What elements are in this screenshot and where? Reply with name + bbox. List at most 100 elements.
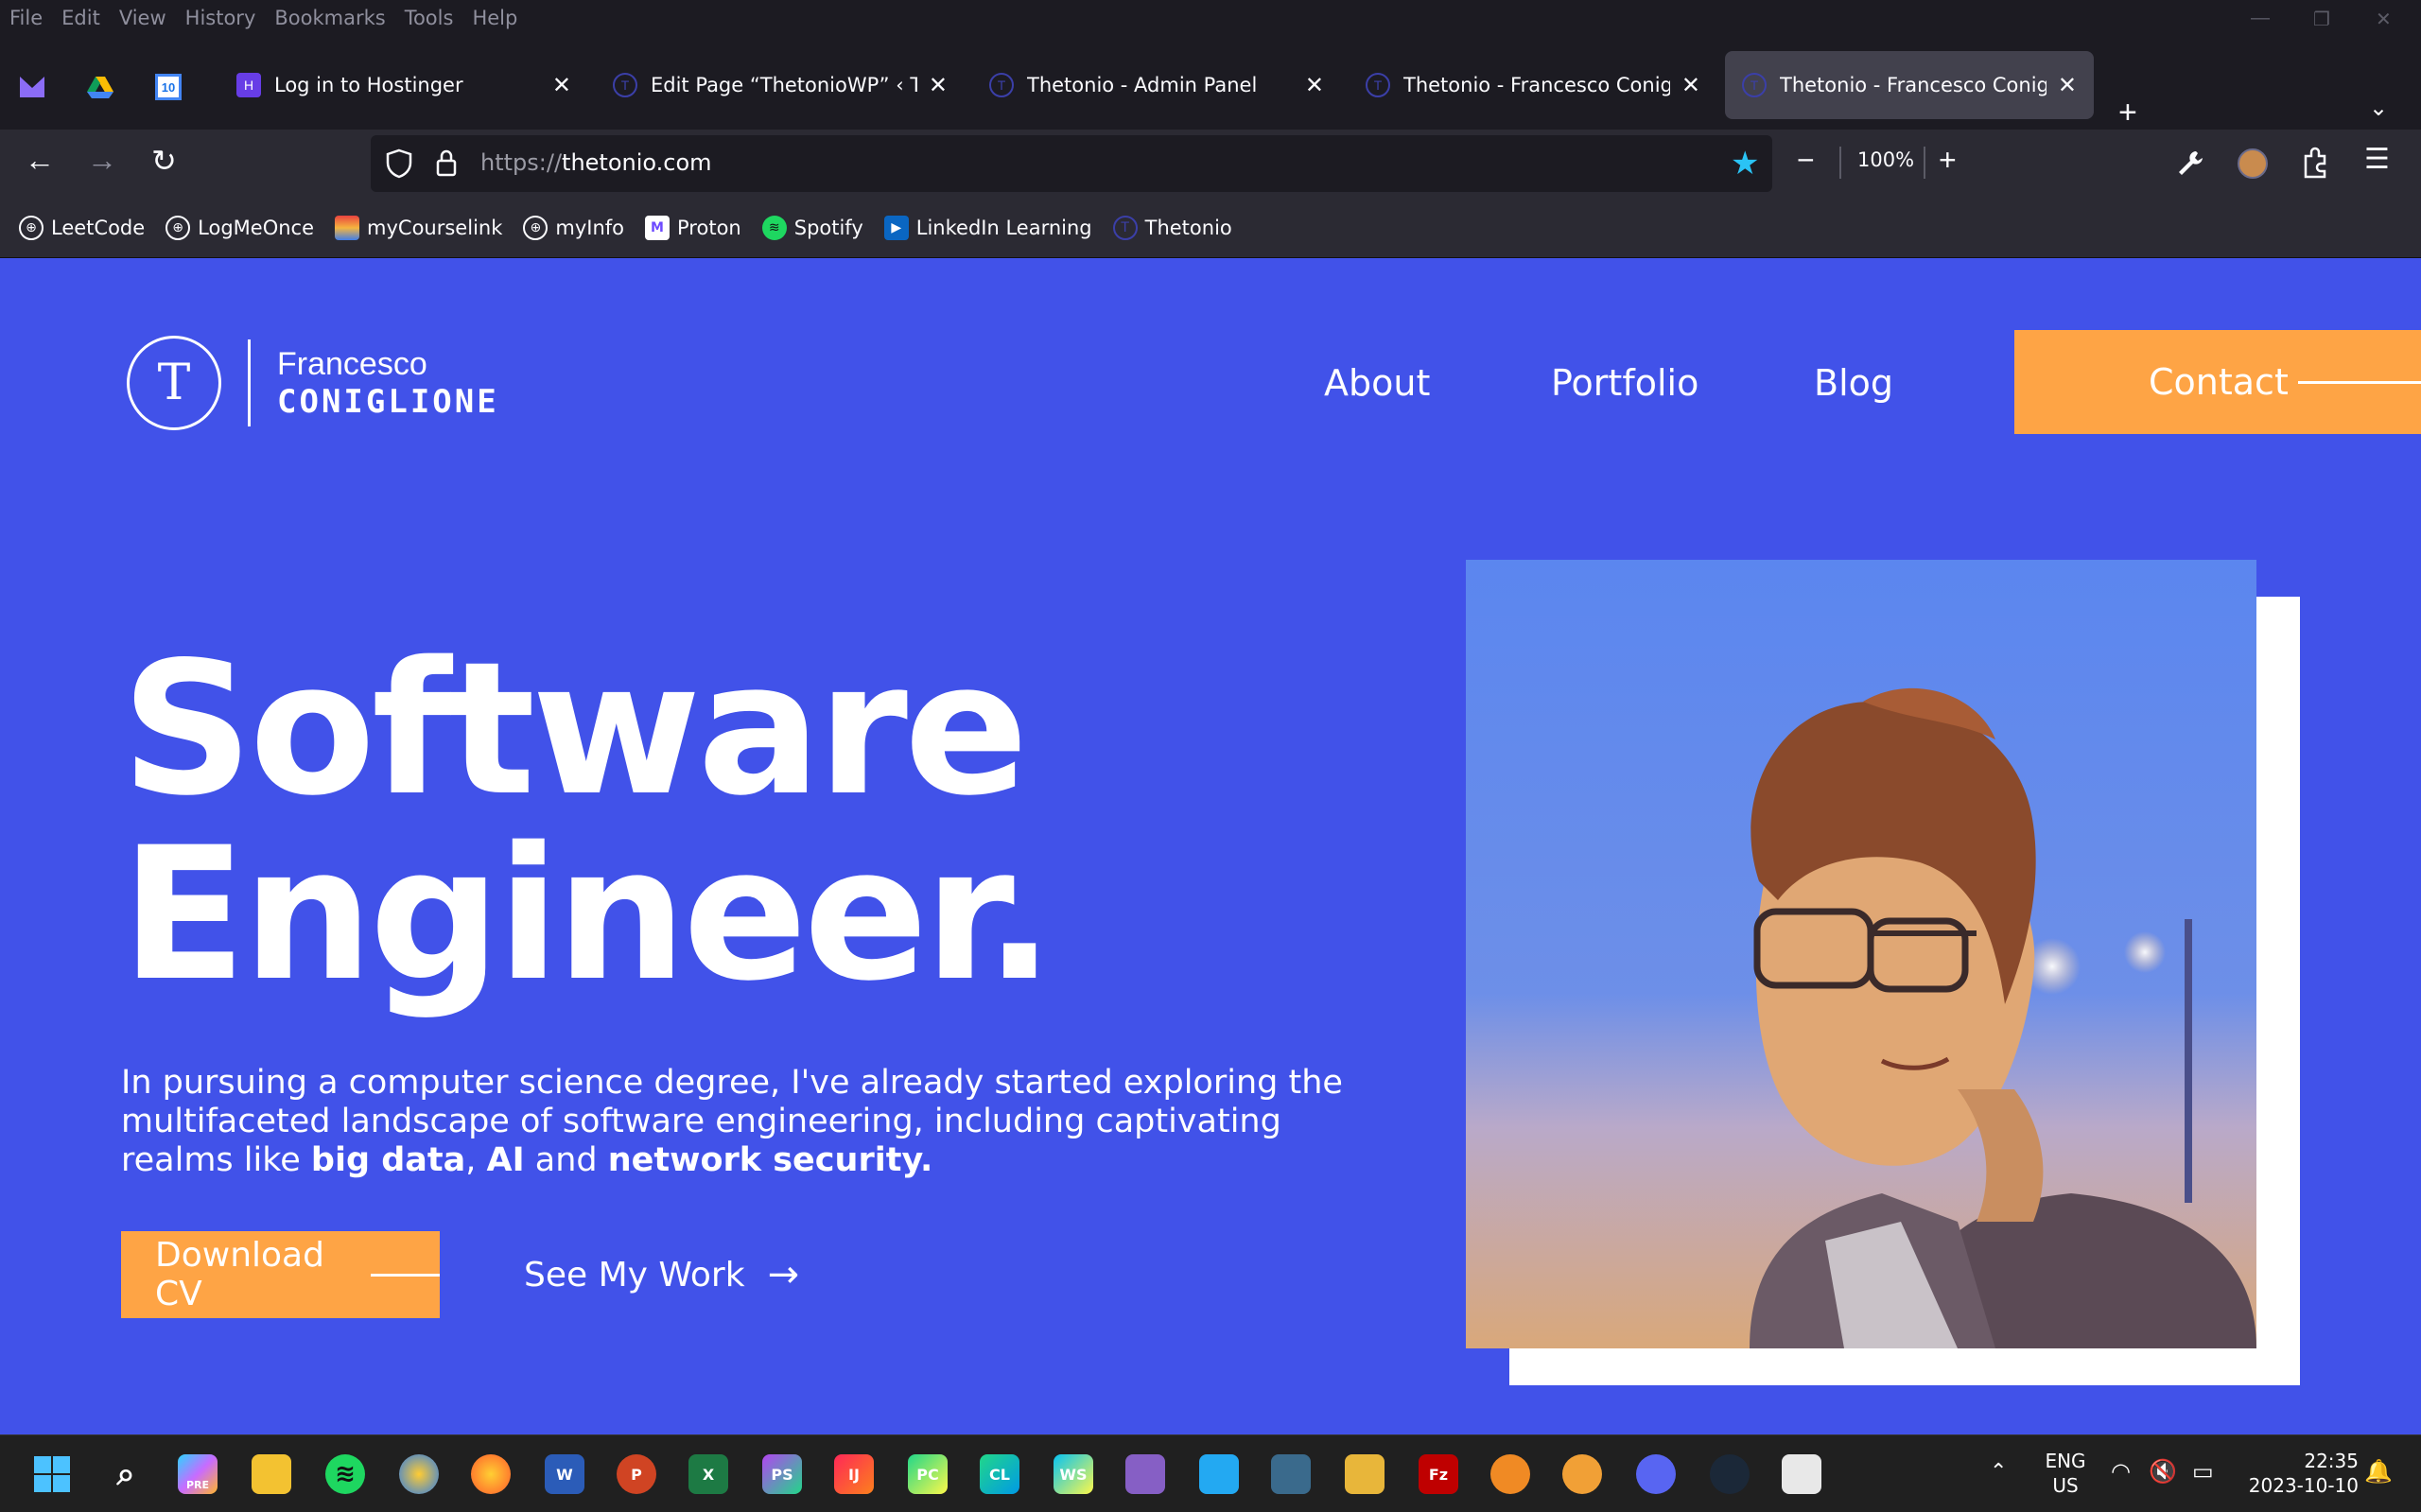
hero-line-2: Engineer.: [121, 808, 1054, 1021]
restore-icon[interactable]: ❐: [2313, 8, 2330, 31]
menu-edit[interactable]: Edit: [61, 7, 100, 29]
thetonio-icon: T: [989, 73, 1014, 97]
see-my-work-link[interactable]: See My Work →: [524, 1253, 799, 1296]
menu-bookmarks[interactable]: Bookmarks: [274, 7, 385, 29]
bookmark-logmeonce[interactable]: ⊕ LogMeOnce: [165, 215, 315, 240]
bookmark-mycourselink[interactable]: myCourselink: [335, 215, 502, 240]
search-icon[interactable]: ⌕: [106, 1454, 146, 1494]
desc-sep: and: [524, 1141, 608, 1179]
close-icon[interactable]: ✕: [929, 72, 948, 99]
bookmark-star-icon[interactable]: ★: [1731, 145, 1759, 182]
language-indicator[interactable]: ENG US: [2039, 1449, 2092, 1498]
close-icon[interactable]: ✕: [2058, 72, 2077, 99]
phpstorm-icon[interactable]: PS: [762, 1454, 802, 1494]
close-icon[interactable]: ✕: [1681, 72, 1700, 99]
contact-button[interactable]: Contact: [2014, 330, 2421, 434]
chevron-down-icon[interactable]: ⌄: [2369, 95, 2388, 122]
clion-icon[interactable]: CL: [980, 1454, 1019, 1494]
discord-icon[interactable]: [1636, 1454, 1676, 1494]
tab-edit-page[interactable]: T Edit Page “ThetonioWP” ‹ Thetonio ✕: [596, 51, 965, 119]
menu-tools[interactable]: Tools: [405, 7, 454, 29]
pinned-proton-mail-icon[interactable]: [13, 68, 51, 106]
menu-help[interactable]: Help: [472, 7, 517, 29]
close-window-icon[interactable]: ✕: [2376, 8, 2392, 31]
filezilla-label: Fz: [1428, 1465, 1449, 1484]
close-icon[interactable]: ✕: [552, 72, 571, 99]
vscode-icon[interactable]: [1199, 1454, 1239, 1494]
file-explorer-icon[interactable]: [252, 1454, 291, 1494]
tray-chevron-icon[interactable]: ⌃: [1990, 1460, 2007, 1484]
visual-studio-icon[interactable]: [1125, 1454, 1165, 1494]
menu-view[interactable]: View: [119, 7, 166, 29]
firefox-icon[interactable]: [471, 1454, 511, 1494]
phpstorm-label: PS: [771, 1465, 793, 1484]
bookmark-thetonio[interactable]: T Thetonio: [1112, 215, 1232, 240]
minimize-icon[interactable]: —: [2251, 8, 2270, 29]
profile-avatar[interactable]: [2238, 148, 2268, 179]
back-icon[interactable]: ←: [25, 143, 55, 178]
lock-icon[interactable]: [435, 148, 458, 177]
mysql-workbench-icon[interactable]: [1271, 1454, 1311, 1494]
site-logo[interactable]: T Francesco CONIGLIONE: [127, 336, 499, 430]
bookmark-leetcode[interactable]: ⊕ LeetCode: [19, 215, 145, 240]
wrench-icon[interactable]: [2175, 148, 2205, 179]
download-cv-button[interactable]: Download CV: [121, 1231, 440, 1318]
webstorm-icon[interactable]: WS: [1054, 1454, 1093, 1494]
url-bar[interactable]: https://thetonio.com ★: [371, 135, 1772, 192]
excel-icon[interactable]: X: [688, 1454, 728, 1494]
bookmark-proton[interactable]: M Proton: [645, 215, 741, 240]
nav-portfolio[interactable]: Portfolio: [1551, 362, 1698, 404]
pinned-google-drive-icon[interactable]: [81, 68, 119, 106]
windows-start-icon[interactable]: [32, 1454, 72, 1494]
bookmark-myinfo[interactable]: ⊕ myInfo: [523, 215, 624, 240]
forward-icon[interactable]: →: [87, 143, 117, 178]
excel-label: X: [702, 1465, 715, 1484]
bookmark-label: Spotify: [793, 216, 863, 239]
nav-blog[interactable]: Blog: [1814, 362, 1893, 404]
close-icon[interactable]: ✕: [1305, 72, 1324, 99]
snipping-tool-icon[interactable]: [1782, 1454, 1821, 1494]
pycharm-icon[interactable]: PC: [908, 1454, 948, 1494]
firefox-dev-icon[interactable]: [399, 1454, 439, 1494]
menu-file[interactable]: File: [9, 7, 43, 29]
app-ring-icon[interactable]: [1562, 1454, 1602, 1494]
tab-admin-panel[interactable]: T Thetonio - Admin Panel ✕: [972, 51, 1341, 119]
zoom-level[interactable]: 100%: [1857, 148, 1914, 171]
filezilla-icon[interactable]: Fz: [1419, 1454, 1458, 1494]
nav-about[interactable]: About: [1324, 362, 1430, 404]
notification-bell-icon[interactable]: 🔔: [2364, 1458, 2393, 1485]
tab-thetonio-active[interactable]: T Thetonio - Francesco Coniglione ✕: [1725, 51, 2094, 119]
tab-hostinger[interactable]: H Log in to Hostinger ✕: [219, 51, 588, 119]
menu-history[interactable]: History: [185, 7, 256, 29]
clock[interactable]: 22:35 2023-10-10: [2245, 1449, 2359, 1498]
copilot-icon[interactable]: PRE: [178, 1454, 218, 1494]
courselink-icon: [335, 215, 360, 240]
intellij-icon[interactable]: IJ: [834, 1454, 874, 1494]
powerpoint-icon[interactable]: P: [617, 1454, 656, 1494]
shield-icon[interactable]: [386, 148, 412, 179]
zoom-out-icon[interactable]: −: [1797, 143, 1815, 178]
bookmark-linkedin-learning[interactable]: ▶ LinkedIn Learning: [883, 215, 1092, 240]
volume-muted-icon[interactable]: 🔇: [2149, 1458, 2177, 1485]
hamburger-menu-icon[interactable]: ☰: [2364, 143, 2390, 176]
new-tab-icon[interactable]: +: [2118, 95, 2137, 131]
globe-icon: ⊕: [165, 215, 191, 240]
app-orange-icon[interactable]: [1490, 1454, 1530, 1494]
zoom-in-icon[interactable]: +: [1939, 143, 1957, 178]
pinned-calendar-icon[interactable]: 10: [149, 68, 187, 106]
battery-icon[interactable]: ▭: [2192, 1458, 2214, 1485]
spotify-icon[interactable]: ≋: [325, 1454, 365, 1494]
desc-sep: ,: [465, 1141, 487, 1179]
reload-icon[interactable]: ↻: [151, 143, 177, 179]
word-icon[interactable]: W: [545, 1454, 584, 1494]
bookmark-label: LogMeOnce: [198, 216, 315, 239]
steam-icon[interactable]: [1710, 1454, 1750, 1494]
wifi-icon[interactable]: ◠: [2111, 1458, 2131, 1485]
proton-icon: M: [645, 215, 671, 240]
url-text[interactable]: https://thetonio.com: [480, 149, 712, 176]
time: 22:35: [2304, 1450, 2359, 1472]
tools-icon[interactable]: [1345, 1454, 1385, 1494]
tab-thetonio-1[interactable]: T Thetonio - Francesco Coniglione ✕: [1349, 51, 1717, 119]
extensions-icon[interactable]: [2300, 147, 2330, 179]
bookmark-spotify[interactable]: ≋ Spotify: [761, 215, 863, 240]
